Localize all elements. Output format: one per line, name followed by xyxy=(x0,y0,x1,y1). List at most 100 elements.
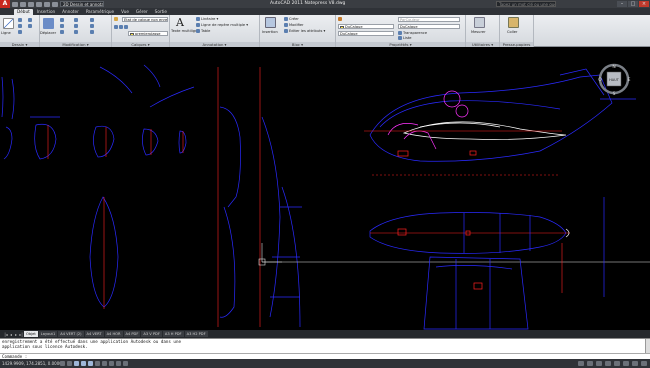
plot-style-select[interactable]: ParCouleur xyxy=(398,17,460,22)
measure-icon[interactable] xyxy=(474,17,485,28)
pan-icon[interactable] xyxy=(596,361,602,366)
close-button[interactable]: × xyxy=(639,1,649,7)
layout-tab-a3-h-pdf[interactable]: A3 H PDF xyxy=(162,331,184,337)
undo-icon[interactable] xyxy=(36,1,42,7)
redo-icon[interactable] xyxy=(44,1,50,7)
linear-dimension-tool[interactable]: Linéaire ▾ xyxy=(196,17,218,21)
tab-prev-arrow-icon[interactable]: ◂ xyxy=(9,332,13,337)
dyn-toggle-icon[interactable] xyxy=(109,361,114,366)
command-scrollbar[interactable] xyxy=(645,339,650,354)
tab-first-arrow-icon[interactable]: |◂ xyxy=(4,332,8,337)
workspace-select[interactable]: 2D Dessin et annotation xyxy=(60,1,104,7)
clean-screen-icon[interactable] xyxy=(641,361,647,366)
rotate-tool[interactable] xyxy=(60,18,65,22)
drawing-area[interactable] xyxy=(0,47,650,330)
polar-toggle-icon[interactable] xyxy=(81,361,86,366)
ortho-toggle-icon[interactable] xyxy=(74,361,79,366)
scale-tool[interactable] xyxy=(74,30,79,34)
osnap-toggle-icon[interactable] xyxy=(88,361,93,366)
layer-properties-tool[interactable] xyxy=(114,17,119,21)
linetype-select[interactable]: DuCalque xyxy=(398,24,460,29)
creer-label: Créer xyxy=(289,17,299,21)
hatch-icon xyxy=(28,24,32,28)
hatch-tool[interactable] xyxy=(28,24,33,28)
lineweight-value: DuCalque xyxy=(340,32,358,36)
paste-icon[interactable] xyxy=(508,17,519,28)
stretch-tool[interactable] xyxy=(60,30,65,34)
help-search-input[interactable]: Tapez un mot clé ou une question xyxy=(496,1,556,7)
ducs-toggle-icon[interactable] xyxy=(102,361,107,366)
lwt-toggle-icon[interactable] xyxy=(116,361,121,366)
layout-tab-layout1[interactable]: Layout1 xyxy=(38,331,58,337)
drawing-svg xyxy=(1,64,650,330)
tab-last-arrow-icon[interactable]: ▸| xyxy=(19,332,23,337)
multileader-tool[interactable]: Ligne de repère multiple ▾ xyxy=(196,23,248,27)
qp-toggle-icon[interactable] xyxy=(123,361,128,366)
layout-tab-a4-pdf[interactable]: A4 PDF xyxy=(123,331,141,337)
layer-state-select[interactable]: Etat de calque non enregistré xyxy=(122,17,168,22)
layout-tab-a3-h2-pdf[interactable]: A3 H2 PDF xyxy=(184,331,208,337)
layout-tab-a4-vert[interactable]: A4 VERT xyxy=(84,331,104,337)
lineweight-select[interactable]: DuCalque xyxy=(338,31,394,36)
curve-top-3 xyxy=(149,86,195,108)
plot-icon[interactable] xyxy=(52,1,58,7)
annotation-scale-icon[interactable] xyxy=(614,361,620,366)
copy-tool[interactable] xyxy=(60,24,65,28)
layout-tab-a4-hor[interactable]: A4 HOR xyxy=(104,331,123,337)
compass-south[interactable]: S xyxy=(613,91,616,97)
current-layer-select[interactable]: premierplasse xyxy=(128,31,168,36)
status-bar: 1429.9909, 174.2851, 0.0000 xyxy=(0,359,650,368)
line-tool-icon[interactable] xyxy=(3,18,14,29)
open-file-icon[interactable] xyxy=(20,1,26,7)
save-icon[interactable] xyxy=(28,1,34,7)
arc-tool[interactable] xyxy=(18,30,23,34)
insert-block-icon[interactable] xyxy=(265,17,276,28)
erase-tool[interactable] xyxy=(90,18,95,22)
rectangle-tool[interactable] xyxy=(28,18,33,22)
create-block-tool[interactable]: Créer xyxy=(284,17,299,21)
trim-tool[interactable] xyxy=(74,18,79,22)
new-file-icon[interactable] xyxy=(12,1,18,7)
color-select[interactable]: DuCalque xyxy=(338,24,394,29)
edit-attributes-tool[interactable]: Editer les attributs ▾ xyxy=(284,29,325,33)
mirror-tool[interactable] xyxy=(74,24,79,28)
explode-tool[interactable] xyxy=(90,24,95,28)
offset-tool[interactable] xyxy=(90,30,95,34)
quick-view-layouts-icon[interactable] xyxy=(587,361,593,366)
multiline-text-icon[interactable]: A xyxy=(176,16,184,29)
section-3 xyxy=(3,126,13,160)
compass-north[interactable]: N xyxy=(612,64,615,70)
snap-toggle-icon[interactable] xyxy=(60,361,65,366)
panel-bloc: Insertion Créer Modifier Editer les attr… xyxy=(260,15,336,47)
autocad-logo-icon[interactable]: A xyxy=(0,0,10,8)
lock-ui-icon[interactable] xyxy=(632,361,638,366)
layout-tab-a4-vert-2[interactable]: A4 VERT (2) xyxy=(58,331,84,337)
list-icon xyxy=(398,36,402,40)
viewcube[interactable]: HAUT N S E O xyxy=(597,62,631,97)
polyline-tool[interactable] xyxy=(18,18,23,22)
circle-tool[interactable] xyxy=(18,24,23,28)
panel-calques: Etat de calque non enregistré premierpla… xyxy=(112,15,170,47)
zoom-icon[interactable] xyxy=(605,361,611,366)
tab-next-arrow-icon[interactable]: ▸ xyxy=(14,332,18,337)
list-tool[interactable]: Liste xyxy=(398,36,412,40)
layout-tab-a3-v-pdf[interactable]: A3 V PDF xyxy=(141,331,162,337)
window-controls: – □ × xyxy=(617,0,649,8)
layout-tab-objet[interactable]: Objet xyxy=(24,331,38,337)
maximize-button[interactable]: □ xyxy=(628,1,638,7)
move-icon[interactable] xyxy=(43,18,54,29)
liste-label: Liste xyxy=(403,36,412,40)
quick-access-toolbar xyxy=(10,1,58,7)
compass-east[interactable]: E xyxy=(628,77,631,83)
otrack-toggle-icon[interactable] xyxy=(95,361,100,366)
minimize-button[interactable]: – xyxy=(617,1,627,7)
transparency-tool[interactable]: Transparence xyxy=(398,31,427,35)
grid-toggle-icon[interactable] xyxy=(67,361,72,366)
model-space-icon[interactable] xyxy=(578,361,584,366)
edit-block-tool[interactable]: Modifier xyxy=(284,23,304,27)
workspace-switch-icon[interactable] xyxy=(623,361,629,366)
compass-west[interactable]: O xyxy=(598,77,602,83)
panel-utilitaires: Mesurer Utilitaires ▾ xyxy=(466,15,500,47)
table-tool[interactable]: Table xyxy=(196,29,210,33)
layer-tools-row[interactable] xyxy=(114,25,129,29)
